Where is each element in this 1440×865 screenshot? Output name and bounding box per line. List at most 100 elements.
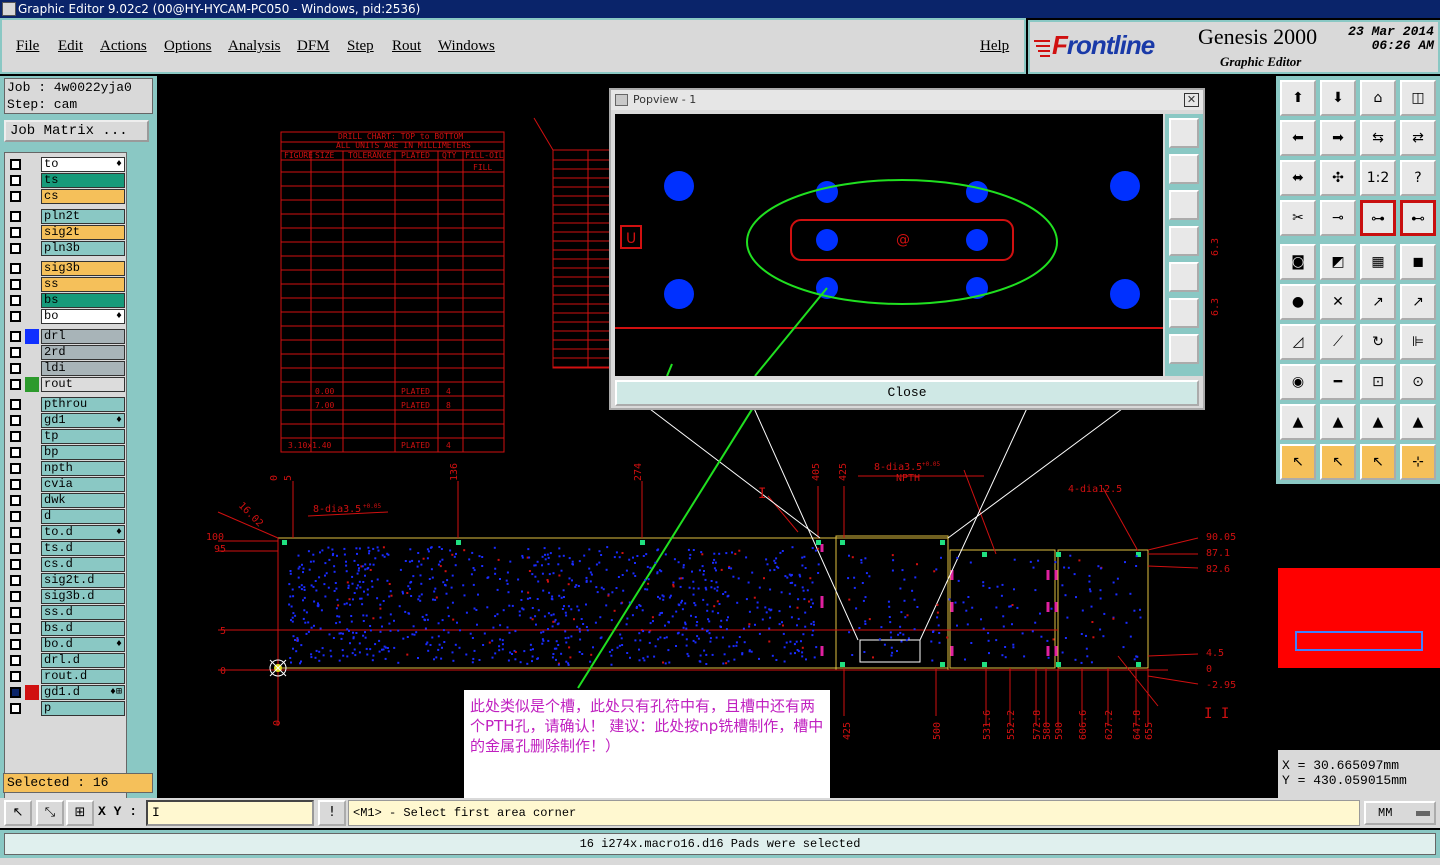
tool-button-30-icon[interactable]: ━	[1320, 364, 1356, 400]
tool-button-12-icon[interactable]: ?	[1400, 160, 1436, 196]
layer-checkbox[interactable]	[10, 527, 21, 538]
layer-name[interactable]: bs.d	[41, 621, 125, 636]
pop-zoom-in-button[interactable]	[1169, 118, 1199, 148]
layer-name[interactable]: sig3b	[41, 261, 125, 276]
layer-checkbox[interactable]	[10, 559, 21, 570]
tool-button-15-icon[interactable]: ⊶	[1360, 200, 1396, 236]
layer-name[interactable]: tp	[41, 429, 125, 444]
layer-name[interactable]: p	[41, 701, 125, 716]
layer-row-ss[interactable]: ss	[7, 277, 125, 292]
layer-checkbox[interactable]	[10, 295, 21, 306]
layer-row-pln2t[interactable]: pln2t	[7, 209, 125, 224]
layer-checkbox[interactable]	[10, 495, 21, 506]
tool-button-23-icon[interactable]: ↗	[1360, 284, 1396, 320]
tool-button-5-icon[interactable]: ⬅	[1280, 120, 1316, 156]
layer-row-cvia[interactable]: cvia	[7, 477, 125, 492]
tool-button-25-icon[interactable]: ◿	[1280, 324, 1316, 360]
layer-checkbox[interactable]	[10, 363, 21, 374]
pop-fit-button[interactable]	[1169, 298, 1199, 328]
layer-name[interactable]: to ♦	[41, 157, 125, 172]
layer-checkbox[interactable]	[10, 191, 21, 202]
layer-checkbox[interactable]	[10, 175, 21, 186]
layer-name[interactable]: 2rd	[41, 345, 125, 360]
layer-name[interactable]: pln2t	[41, 209, 125, 224]
layer-row-d[interactable]: d	[7, 509, 125, 524]
layer-checkbox[interactable]	[10, 687, 21, 698]
layer-row-to-d[interactable]: to.d ♦	[7, 525, 125, 540]
tool-button-31-icon[interactable]: ⊡	[1360, 364, 1396, 400]
tool-button-37-icon[interactable]: ↖	[1280, 444, 1316, 480]
layer-name[interactable]: pln3b	[41, 241, 125, 256]
tool-button-13-icon[interactable]: ✂	[1280, 200, 1316, 236]
tool-button-36-icon[interactable]: ▲	[1400, 404, 1436, 440]
layer-checkbox[interactable]	[10, 639, 21, 650]
layer-row-ts[interactable]: ts	[7, 173, 125, 188]
layer-name[interactable]: ldi	[41, 361, 125, 376]
layer-name[interactable]: to.d ♦	[41, 525, 125, 540]
tool-button-18-icon[interactable]: ◩	[1320, 244, 1356, 280]
tool-button-38-icon[interactable]: ↖	[1320, 444, 1356, 480]
layer-row-sig3b[interactable]: sig3b	[7, 261, 125, 276]
layer-name[interactable]: ss	[41, 277, 125, 292]
layer-name[interactable]: bs	[41, 293, 125, 308]
layer-checkbox[interactable]	[10, 479, 21, 490]
menu-actions[interactable]: Actions	[100, 38, 147, 55]
layer-name[interactable]: bo ♦	[41, 309, 125, 324]
layer-row-p[interactable]: p	[7, 701, 125, 716]
layer-row-dwk[interactable]: dwk	[7, 493, 125, 508]
layer-checkbox[interactable]	[10, 331, 21, 342]
layer-checkbox[interactable]	[10, 227, 21, 238]
menu-windows[interactable]: Windows	[438, 38, 495, 55]
layer-name[interactable]: gd1 ♦	[41, 413, 125, 428]
tool-button-27-icon[interactable]: ↻	[1360, 324, 1396, 360]
layer-checkbox[interactable]	[10, 447, 21, 458]
pointer-tool-icon[interactable]: ↖	[4, 800, 32, 826]
minimap[interactable]	[1278, 486, 1440, 748]
layer-row-pthrou[interactable]: pthrou	[7, 397, 125, 412]
tool-button-24-icon[interactable]: ↗	[1400, 284, 1436, 320]
popview-close-icon[interactable]: ✕	[1184, 93, 1199, 107]
layer-name[interactable]: rout.d	[41, 669, 125, 684]
tool-button-14-icon[interactable]: ⊸	[1320, 200, 1356, 236]
tool-button-22-icon[interactable]: ✕	[1320, 284, 1356, 320]
pop-pan-left-button[interactable]	[1169, 226, 1199, 256]
layer-row-bo-d[interactable]: bo.d ♦	[7, 637, 125, 652]
layer-name[interactable]: bp	[41, 445, 125, 460]
popview-canvas[interactable]: U @	[615, 114, 1163, 376]
layer-name[interactable]: cs.d	[41, 557, 125, 572]
tool-button-40-icon[interactable]: ⊹	[1400, 444, 1436, 480]
layer-checkbox[interactable]	[10, 543, 21, 554]
tool-button-2-icon[interactable]: ⬇	[1320, 80, 1356, 116]
tool-button-32-icon[interactable]: ⊙	[1400, 364, 1436, 400]
layer-row-2rd[interactable]: 2rd	[7, 345, 125, 360]
tool-button-4-icon[interactable]: ◫	[1400, 80, 1436, 116]
layer-row-sig3b-d[interactable]: sig3b.d	[7, 589, 125, 604]
layer-row-bo[interactable]: bo ♦	[7, 309, 125, 324]
layer-name[interactable]: sig2t.d	[41, 573, 125, 588]
layer-name[interactable]: ts	[41, 173, 125, 188]
pop-pan-down-button[interactable]	[1169, 190, 1199, 220]
tool-button-28-icon[interactable]: ⊫	[1400, 324, 1436, 360]
layer-checkbox[interactable]	[10, 623, 21, 634]
layer-row-ss-d[interactable]: ss.d	[7, 605, 125, 620]
tool-button-7-icon[interactable]: ⇆	[1360, 120, 1396, 156]
layer-checkbox[interactable]	[10, 607, 21, 618]
layer-checkbox[interactable]	[10, 671, 21, 682]
tool-button-8-icon[interactable]: ⇄	[1400, 120, 1436, 156]
menu-file[interactable]: File	[16, 38, 39, 55]
menu-options[interactable]: Options	[164, 38, 212, 55]
layer-name[interactable]: ts.d	[41, 541, 125, 556]
layer-row-ldi[interactable]: ldi	[7, 361, 125, 376]
tool-button-1-icon[interactable]: ⬆	[1280, 80, 1316, 116]
tool-button-6-icon[interactable]: ➡	[1320, 120, 1356, 156]
alert-icon[interactable]: !	[318, 800, 346, 826]
layer-name[interactable]: cs	[41, 189, 125, 204]
layer-name[interactable]: ss.d	[41, 605, 125, 620]
layer-row-cs-d[interactable]: cs.d	[7, 557, 125, 572]
menu-dfm[interactable]: DFM	[297, 38, 330, 55]
layer-name[interactable]: bo.d ♦	[41, 637, 125, 652]
tool-button-16-icon[interactable]: ⊷	[1400, 200, 1436, 236]
layer-row-ts-d[interactable]: ts.d	[7, 541, 125, 556]
layer-checkbox[interactable]	[10, 279, 21, 290]
tool-button-10-icon[interactable]: ✣	[1320, 160, 1356, 196]
